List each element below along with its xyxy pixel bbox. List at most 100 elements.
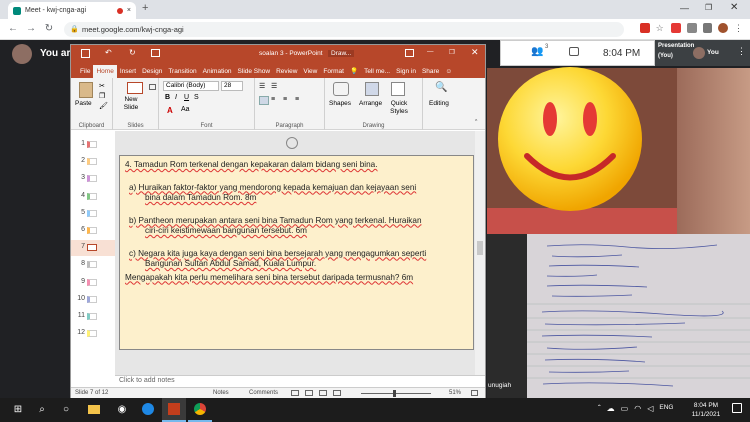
tray-cloud-icon[interactable]: ☁ [607, 404, 615, 416]
window-minimize-icon[interactable]: — [680, 3, 689, 13]
italic-icon[interactable]: I [175, 94, 177, 101]
tray-chevron-icon[interactable]: ˆ [598, 404, 601, 416]
slide-thumbnail[interactable]: 2 [71, 154, 115, 170]
volume-icon[interactable]: ◁ [647, 404, 653, 416]
font-size-increase-icon[interactable]: Aa [181, 106, 190, 113]
tab-transition[interactable]: Transition [165, 65, 199, 78]
bullets-icon[interactable]: ☰ [259, 82, 265, 90]
tab-home[interactable]: Home [93, 65, 117, 78]
new-slide-icon[interactable] [127, 82, 143, 94]
tab-review[interactable]: Review [273, 65, 300, 78]
tab-view[interactable]: View [300, 65, 320, 78]
fit-slide-icon[interactable] [471, 390, 478, 396]
share-button[interactable]: Share [419, 65, 442, 78]
save-icon[interactable] [81, 49, 90, 58]
profile-avatar[interactable] [718, 23, 729, 33]
omnibox[interactable]: 🔒 meet.google.com/kwj-cnga-agi [64, 22, 624, 37]
cut-icon[interactable]: ✂ [99, 82, 105, 90]
powerpoint-taskbar-icon[interactable] [162, 398, 186, 422]
self-menu-icon[interactable]: ⋮ [737, 46, 746, 57]
tray-lang[interactable]: ENG [659, 404, 673, 416]
reload-icon[interactable]: ↻ [42, 21, 56, 37]
tab-insert[interactable]: Insert [117, 65, 139, 78]
editing-button[interactable]: Editing [429, 100, 449, 107]
tab-close-icon[interactable]: × [127, 7, 131, 14]
clock[interactable]: 8:04 PM 11/1/2021 [686, 401, 726, 419]
windows-start-icon[interactable]: ⊞ [6, 398, 30, 422]
paste-icon[interactable] [79, 82, 93, 98]
slide-thumbnail[interactable]: 11 [71, 309, 115, 325]
slide-thumbnail[interactable]: 9 [71, 275, 115, 291]
quick-styles-icon[interactable] [391, 82, 405, 96]
chat-icon[interactable] [569, 47, 579, 56]
slide-thumbnail[interactable]: 1 [71, 137, 115, 153]
task-view-icon[interactable]: ○ [54, 398, 78, 422]
browser-tab[interactable]: Meet - kwj-cnga-agi × [8, 2, 136, 19]
normal-view-icon[interactable] [291, 390, 299, 396]
reading-view-icon[interactable] [319, 390, 327, 396]
menu-dots-icon[interactable]: ⋮ [734, 23, 743, 36]
zoom-level[interactable]: 51% [449, 390, 461, 396]
undo-icon[interactable]: ↶ [105, 48, 112, 57]
start-slideshow-icon[interactable] [151, 49, 160, 57]
extension-gray-icon[interactable] [687, 23, 697, 33]
slide-thumbnail[interactable]: 12 [71, 326, 115, 342]
sign-in-link[interactable]: Sign in [393, 65, 419, 78]
zoom-slider-thumb[interactable] [393, 390, 396, 397]
find-icon[interactable]: 🔍 [435, 82, 447, 93]
justify-icon[interactable]: ≡ [295, 96, 299, 103]
slide-canvas[interactable]: 4. Tamadun Rom terkenal dengan kepakaran… [119, 155, 474, 350]
camera-icon[interactable] [640, 23, 650, 33]
quick-styles-button[interactable]: Quick Styles [387, 100, 411, 116]
back-icon[interactable]: ← [6, 21, 20, 37]
tab-animation[interactable]: Animation [200, 65, 235, 78]
copy-icon[interactable]: ❐ [99, 92, 105, 100]
redo-icon[interactable]: ↻ [129, 48, 136, 57]
file-explorer-icon[interactable] [82, 398, 106, 422]
window-maximize-icon[interactable]: ❐ [705, 3, 712, 12]
wifi-icon[interactable]: ◠ [634, 404, 641, 416]
new-tab-icon[interactable]: + [142, 2, 148, 14]
ppt-maximize-icon[interactable]: ❐ [449, 48, 455, 56]
paste-button[interactable]: Paste [75, 100, 92, 107]
extension-red-icon[interactable] [671, 23, 682, 33]
new-slide-button[interactable]: New Slide [117, 96, 145, 112]
slide-thumbnail[interactable]: 7 [71, 240, 115, 257]
notes-pane[interactable]: Click to add notes [115, 375, 485, 387]
puzzle-icon[interactable] [702, 23, 713, 33]
arrange-button[interactable]: Arrange [359, 100, 382, 107]
layout-icon[interactable] [149, 84, 156, 90]
arrange-icon[interactable] [365, 82, 379, 96]
shapes-icon[interactable] [333, 82, 349, 96]
slide-thumbnail[interactable]: 8 [71, 257, 115, 273]
window-close-icon[interactable]: ✕ [730, 2, 738, 13]
shapes-button[interactable]: Shapes [329, 100, 351, 107]
forward-icon[interactable]: → [24, 21, 38, 37]
tab-format[interactable]: Format [320, 65, 347, 78]
bold-icon[interactable]: B [165, 94, 170, 101]
notes-toggle[interactable]: Notes [213, 390, 229, 396]
tab-design[interactable]: Design [139, 65, 165, 78]
sorter-view-icon[interactable] [305, 390, 313, 396]
font-name-select[interactable]: Calibri (Body) [163, 81, 219, 91]
collapse-ribbon-icon[interactable]: ˆ [475, 120, 477, 127]
edge-icon[interactable] [136, 398, 160, 422]
slide-thumbnail[interactable]: 6 [71, 223, 115, 239]
slide-thumbnail[interactable]: 10 [71, 292, 115, 308]
search-icon[interactable]: ⌕ [30, 398, 54, 422]
align-left-icon[interactable] [259, 96, 269, 105]
ribbon-display-icon[interactable] [405, 49, 414, 57]
vertical-scrollbar[interactable] [475, 131, 485, 375]
slide-textbox[interactable]: 4. Tamadun Rom terkenal dengan kepakaran… [125, 160, 470, 290]
smiley-feedback-icon[interactable]: ☺ [442, 65, 455, 78]
slideshow-view-icon[interactable] [333, 390, 341, 396]
self-view-tile[interactable]: Presentation (You) You ⋮ [655, 40, 750, 66]
scroll-thumb[interactable] [477, 241, 483, 255]
notification-icon[interactable] [732, 403, 742, 413]
battery-icon[interactable]: ▭ [621, 404, 629, 416]
strikethrough-icon[interactable]: S [194, 94, 199, 101]
zoom-slider[interactable] [361, 393, 431, 394]
font-size-select[interactable]: 28 [221, 81, 243, 91]
format-painter-icon[interactable]: 🖌 [99, 102, 108, 110]
star-icon[interactable]: ☆ [656, 23, 666, 33]
